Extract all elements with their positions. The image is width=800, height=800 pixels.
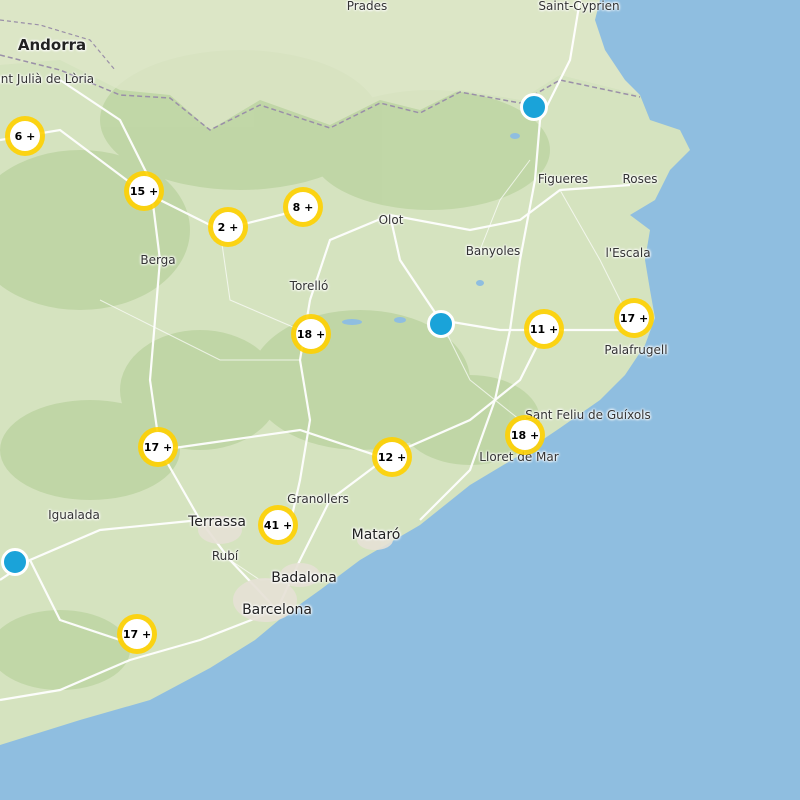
map-point-marker[interactable] [427, 310, 455, 338]
place-label: Prades [346, 0, 388, 13]
map-point-marker[interactable] [1, 548, 29, 576]
place-label: Berga [140, 253, 176, 267]
place-label: l'Escala [605, 246, 651, 260]
cluster-count: 2 + [213, 212, 243, 242]
map-view[interactable]: Prades Saint-Cyprien Andorra Sant Julià de … [0, 0, 800, 800]
place-label: Mataró [351, 527, 401, 543]
cluster-count: 15 + [129, 176, 159, 206]
cluster-count: 6 + [10, 121, 40, 151]
marker-cluster[interactable]: 18 + [505, 415, 545, 455]
place-label: Saint-Cyprien [538, 0, 620, 13]
place-label: Rubí [211, 549, 239, 563]
cluster-count: 18 + [510, 420, 540, 450]
place-label: Figueres [537, 172, 589, 186]
marker-cluster[interactable]: 41 + [258, 505, 298, 545]
place-label: Barcelona [242, 602, 312, 618]
place-label: Andorra [17, 36, 87, 54]
place-label: Roses [622, 172, 658, 186]
marker-cluster[interactable]: 12 + [372, 437, 412, 477]
place-label: Olot [378, 213, 404, 227]
cluster-count: 17 + [122, 619, 152, 649]
cluster-count: 8 + [288, 192, 318, 222]
map-basemap [0, 0, 800, 800]
marker-cluster[interactable]: 18 + [291, 314, 331, 354]
place-label: Granollers [287, 492, 349, 506]
place-label: Banyoles [465, 244, 521, 258]
marker-cluster[interactable]: 17 + [138, 427, 178, 467]
marker-cluster[interactable]: 2 + [208, 207, 248, 247]
place-label: Sant Julià de Lòria [0, 72, 95, 86]
marker-cluster[interactable]: 15 + [124, 171, 164, 211]
place-label: Badalona [271, 570, 337, 586]
marker-cluster[interactable]: 17 + [614, 298, 654, 338]
marker-cluster[interactable]: 17 + [117, 614, 157, 654]
marker-cluster[interactable]: 8 + [283, 187, 323, 227]
cluster-count: 18 + [296, 319, 326, 349]
place-label: Terrassa [188, 514, 246, 530]
marker-cluster[interactable]: 11 + [524, 309, 564, 349]
place-label: Torelló [289, 279, 329, 293]
cluster-count: 12 + [377, 442, 407, 472]
place-label: Igualada [48, 508, 100, 522]
cluster-count: 11 + [529, 314, 559, 344]
map-point-marker[interactable] [520, 93, 548, 121]
marker-cluster[interactable]: 6 + [5, 116, 45, 156]
cluster-count: 41 + [263, 510, 293, 540]
cluster-count: 17 + [619, 303, 649, 333]
cluster-count: 17 + [143, 432, 173, 462]
place-label: Palafrugell [604, 343, 668, 357]
place-label: Sant Feliu de Guíxols [525, 408, 651, 422]
